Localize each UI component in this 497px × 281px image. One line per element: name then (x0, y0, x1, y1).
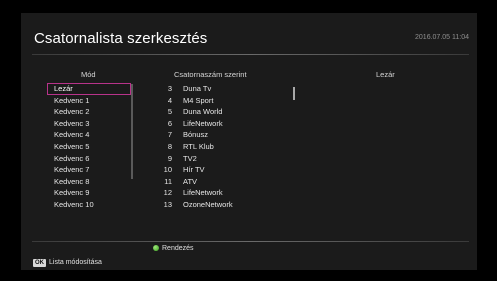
channel-number: 4 (167, 95, 172, 105)
sort-button[interactable]: Rendezés (153, 245, 194, 252)
channel-number: 5 (167, 107, 172, 117)
channel-name: ATV (183, 176, 198, 186)
channel-number: 12 (163, 188, 172, 198)
channel-row[interactable]: 7 Bónusz (144, 129, 304, 141)
datetime-display: 2016.07.05 11:04 (415, 34, 469, 41)
channel-name: Hír TV (183, 165, 205, 175)
edit-list-button[interactable]: OK Lista módosítása (33, 259, 102, 267)
channel-row[interactable]: 9 TV2 (144, 153, 304, 165)
channel-number: 8 (167, 141, 172, 151)
page-title: Csatornalista szerkesztés (34, 30, 208, 47)
channel-row[interactable]: 4 M4 Sport (144, 95, 304, 107)
channel-row[interactable]: 5 Duna World (144, 106, 304, 118)
mode-item[interactable]: Kedvenc 7 (47, 164, 131, 176)
channel-name: TV2 (183, 153, 197, 163)
channel-row[interactable]: 8 RTL Klub (144, 141, 304, 153)
channel-number: 7 (167, 130, 172, 140)
channel-list: 3 Duna Tv 4 M4 Sport 5 Duna World 6 LifeNetwork… (144, 83, 304, 211)
channel-name: LifeNetwork (183, 118, 223, 128)
header-divider (32, 54, 469, 55)
channel-number: 13 (163, 199, 172, 209)
mode-item[interactable]: Kedvenc 4 (47, 129, 131, 141)
mode-item[interactable]: Kedvenc 3 (47, 118, 131, 130)
column-header-order: Csatornaszám szerint (174, 70, 247, 79)
channel-row[interactable]: 12 LifeNetwork (144, 187, 304, 199)
channel-number: 9 (167, 153, 172, 163)
mode-item[interactable]: Kedvenc 1 (47, 95, 131, 107)
channel-row[interactable]: 13 OzoneNetwork (144, 199, 304, 211)
mode-item[interactable]: Kedvenc 8 (47, 176, 131, 188)
mode-item[interactable]: Kedvenc 5 (47, 141, 131, 153)
mode-item[interactable]: Kedvenc 2 (47, 106, 131, 118)
mode-item[interactable]: Kedvenc 10 (47, 199, 131, 211)
mode-item[interactable]: Kedvenc 9 (47, 187, 131, 199)
channel-name: Duna World (183, 107, 223, 117)
channel-row[interactable]: 6 LifeNetwork (144, 118, 304, 130)
channel-number: 6 (167, 118, 172, 128)
channel-row[interactable]: 11 ATV (144, 176, 304, 188)
channel-row[interactable]: 3 Duna Tv (144, 83, 304, 95)
edit-list-label: Lista módosítása (49, 259, 102, 266)
ok-key-icon: OK (33, 259, 46, 267)
mode-item[interactable]: Kedvenc 6 (47, 153, 131, 165)
channel-number: 10 (163, 165, 172, 175)
sort-label: Rendezés (162, 245, 194, 252)
column-header-mode: Mód (81, 70, 96, 79)
channel-row[interactable]: 10 Hír TV (144, 164, 304, 176)
channel-name: OzoneNetwork (183, 199, 233, 209)
column-header-lock: Lezár (376, 70, 395, 79)
mode-item[interactable]: Lezár (47, 83, 131, 95)
channel-name: LifeNetwork (183, 188, 223, 198)
channel-name: RTL Klub (183, 141, 214, 151)
channel-name: Bónusz (183, 130, 209, 140)
green-button-icon (153, 245, 159, 251)
channel-number: 11 (164, 176, 172, 186)
mode-list: Lezár Kedvenc 1 Kedvenc 2 Kedvenc 3 Kedvenc … (47, 83, 131, 211)
mode-list-scrollbar[interactable] (131, 84, 133, 179)
channel-list-editor-screen: Csatornalista szerkesztés 2016.07.05 11:… (21, 13, 477, 270)
channel-number: 3 (167, 84, 172, 93)
channel-list-scrollbar[interactable] (293, 87, 295, 100)
channel-name: M4 Sport (183, 95, 214, 105)
channel-name: Duna Tv (183, 84, 212, 93)
footer-divider (32, 241, 469, 242)
